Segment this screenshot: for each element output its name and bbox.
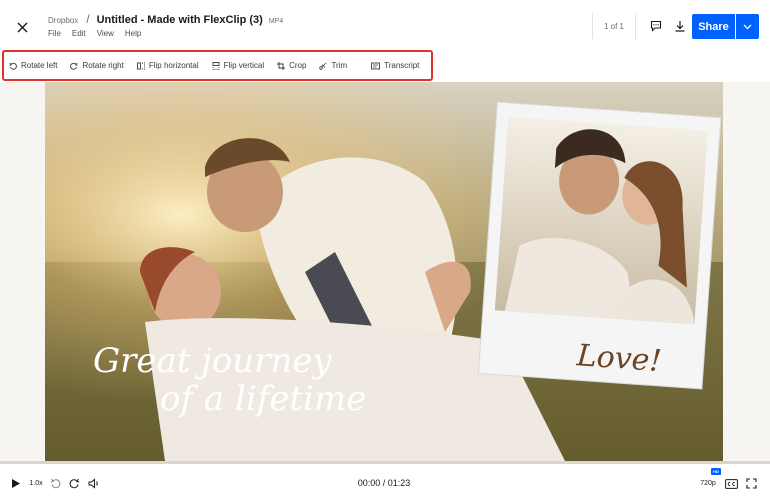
play-button[interactable] — [10, 476, 22, 491]
menu-bar: File Edit View Help — [48, 29, 141, 38]
captions-button[interactable] — [724, 476, 738, 491]
volume-icon — [88, 478, 98, 489]
page-count: 1 of 1 — [592, 13, 636, 39]
video-thumbnail: Love! Great journey of a lifetime — [45, 82, 723, 461]
share-dropdown-button[interactable] — [736, 14, 759, 39]
flip-horizontal-button[interactable]: Flip horizontal — [136, 61, 199, 70]
rewind-icon — [50, 478, 61, 489]
forward-icon — [69, 478, 80, 489]
flip-vertical-button[interactable]: Flip vertical — [212, 61, 264, 70]
volume-button[interactable] — [87, 476, 101, 491]
flip-horizontal-label: Flip horizontal — [148, 61, 199, 70]
transcript-label: Transcript — [384, 61, 420, 70]
overlay-text-line2: of a lifetime — [160, 379, 366, 419]
flip-horizontal-icon — [136, 62, 145, 69]
rotate-left-label: Rotate left — [21, 61, 58, 70]
trim-button[interactable]: Trim — [319, 61, 347, 70]
crop-label: Crop — [289, 61, 307, 70]
close-icon — [17, 22, 27, 32]
share-button[interactable]: Share — [692, 14, 735, 39]
hd-badge: HD — [711, 468, 721, 475]
transcript-icon — [371, 62, 381, 69]
transcript-button[interactable]: Transcript — [371, 61, 419, 70]
play-icon — [12, 479, 20, 488]
comment-icon — [650, 20, 662, 32]
breadcrumb: Dropbox / Untitled - Made with FlexClip … — [48, 12, 283, 26]
crop-button[interactable]: Crop — [277, 61, 306, 70]
trim-label: Trim — [331, 61, 348, 70]
crop-icon — [277, 61, 286, 70]
chevron-down-icon — [743, 24, 752, 29]
rotate-left-button[interactable]: Rotate left — [9, 61, 57, 70]
player-controls: 1.0x 00:00 / 01:23 720p HD — [0, 466, 770, 501]
quality-button[interactable]: 720p HD — [698, 468, 721, 491]
rewind-button[interactable] — [49, 476, 62, 491]
captions-icon — [724, 478, 738, 489]
rotate-right-icon — [70, 62, 79, 70]
breadcrumb-root-link[interactable]: Dropbox — [48, 16, 78, 25]
file-title[interactable]: Untitled - Made with FlexClip (3) — [97, 14, 263, 26]
download-icon — [675, 21, 685, 32]
menu-view[interactable]: View — [97, 29, 114, 38]
polaroid-caption: Love! — [575, 338, 663, 379]
download-button[interactable] — [671, 17, 689, 35]
trim-icon — [319, 62, 327, 70]
menu-edit[interactable]: Edit — [72, 29, 86, 38]
time-display: 00:00 / 01:23 — [357, 478, 411, 488]
progress-track[interactable] — [0, 461, 770, 464]
file-extension-badge: MP4 — [268, 18, 284, 25]
quality-label: 720p — [700, 480, 716, 487]
rotate-right-label: Rotate right — [82, 61, 124, 70]
media-stage: Love! Great journey of a lifetime — [0, 82, 770, 461]
breadcrumb-separator: / — [86, 12, 90, 26]
forward-button[interactable] — [68, 476, 81, 491]
flip-vertical-label: Flip vertical — [223, 61, 265, 70]
edit-toolbar: Rotate left Rotate right Flip horizontal… — [2, 50, 433, 81]
rotate-left-icon — [9, 62, 17, 70]
comment-button[interactable] — [647, 17, 665, 35]
header: Dropbox / Untitled - Made with FlexClip … — [0, 0, 770, 52]
overlay-text-line1: Great journey — [93, 341, 332, 381]
video-frame[interactable]: Love! Great journey of a lifetime — [45, 82, 723, 461]
fullscreen-button[interactable] — [744, 476, 758, 491]
fullscreen-icon — [745, 478, 757, 489]
close-button[interactable] — [12, 17, 32, 37]
menu-help[interactable]: Help — [125, 29, 141, 38]
menu-file[interactable]: File — [48, 29, 61, 38]
rotate-right-button[interactable]: Rotate right — [70, 61, 124, 70]
playback-speed-button[interactable]: 1.0x — [28, 476, 44, 491]
flip-vertical-icon — [212, 61, 220, 70]
